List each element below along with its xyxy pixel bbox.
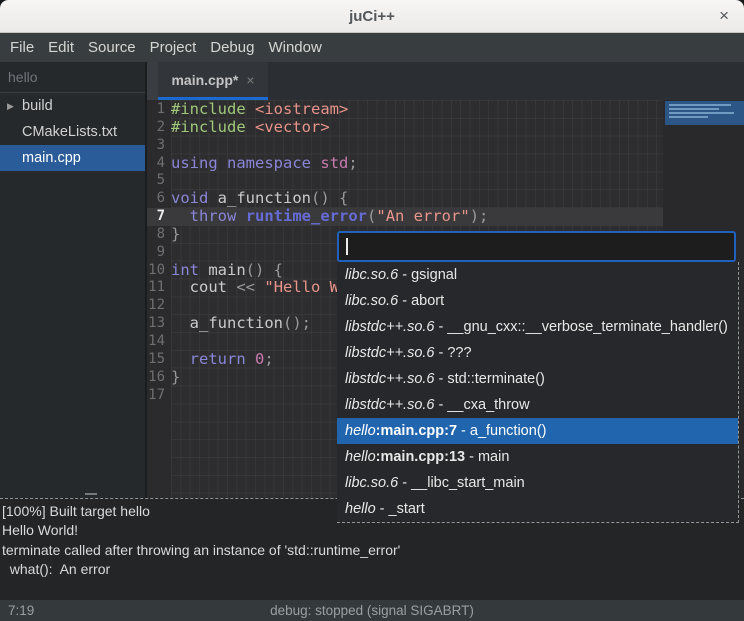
terminal-line: what(): An error	[2, 560, 744, 579]
line-number: 3	[147, 137, 171, 155]
menu-project[interactable]: Project	[143, 33, 204, 62]
status-bar: 7:19 debug: stopped (signal SIGABRT)	[0, 600, 744, 621]
line-number: 4	[147, 155, 171, 173]
line-number: 5	[147, 172, 171, 190]
tab-label: main.cpp*	[171, 72, 238, 88]
stack-frame-item[interactable]: libc.so.6 - abort	[337, 288, 738, 314]
code-line[interactable]: 6void a_function() {	[147, 190, 663, 208]
tree-item-label: build	[22, 98, 53, 114]
text-cursor	[346, 238, 348, 255]
stack-frame-item[interactable]: libstdc++.so.6 - ???	[337, 340, 738, 366]
stack-frame-item[interactable]: libstdc++.so.6 - __cxa_throw	[337, 392, 738, 418]
line-number: 8	[147, 226, 171, 244]
tree-item-build[interactable]: ▶ build	[0, 93, 145, 119]
code-line[interactable]: 3	[147, 137, 663, 155]
line-number: 17	[147, 387, 171, 405]
line-number: 11	[147, 279, 171, 297]
stack-frame-item[interactable]: libstdc++.so.6 - __gnu_cxx::__verbose_te…	[337, 314, 738, 340]
line-number: 6	[147, 190, 171, 208]
backtrace-popup: libc.so.6 - gsignal libc.so.6 - abort li…	[337, 231, 739, 523]
stack-frame-item[interactable]: hello - _start	[337, 496, 738, 522]
line-number: 12	[147, 297, 171, 315]
tab-bar-edge	[147, 62, 158, 100]
line-number: 7	[147, 208, 171, 226]
tooltip-text-line	[669, 104, 731, 106]
menu-source[interactable]: Source	[81, 33, 143, 62]
tab-bar: main.cpp* ×	[147, 62, 744, 100]
tree-item-maincpp[interactable]: main.cpp	[0, 145, 145, 171]
tooltip-overlay	[665, 101, 744, 125]
line-number: 14	[147, 333, 171, 351]
line-number: 2	[147, 119, 171, 137]
menu-file[interactable]: File	[3, 33, 41, 62]
line-number: 13	[147, 315, 171, 333]
line-number: 1	[147, 101, 171, 119]
window-title: juCi++	[0, 0, 744, 33]
tree-item-cmakelists[interactable]: CMakeLists.txt	[0, 119, 145, 145]
tooltip-text-line	[669, 108, 719, 110]
terminal-line: Hello World!	[2, 521, 744, 540]
tree-item-label: main.cpp	[22, 150, 81, 166]
debug-status: debug: stopped (signal SIGABRT)	[0, 600, 744, 621]
code-line[interactable]: 1#include <iostream>	[147, 101, 663, 119]
tab-maincpp[interactable]: main.cpp* ×	[158, 62, 268, 100]
line-number: 16	[147, 369, 171, 387]
terminal-line: terminate called after throwing an insta…	[2, 541, 744, 560]
scrollbar-thumb[interactable]	[85, 493, 97, 495]
jucipp-window: juCi++ × File Edit Source Project Debug …	[0, 0, 744, 621]
backtrace-filter-input[interactable]	[337, 231, 736, 262]
tooltip-text-line	[669, 112, 734, 114]
file-tree-sidebar: hello ▶ build CMakeLists.txt main.cpp	[0, 62, 147, 498]
backtrace-list: libc.so.6 - gsignal libc.so.6 - abort li…	[337, 262, 739, 523]
code-line[interactable]: 2#include <vector>	[147, 119, 663, 137]
project-name-header: hello	[0, 62, 145, 93]
menu-window[interactable]: Window	[261, 33, 328, 62]
tooltip-text-line	[669, 116, 708, 118]
expander-triangle-icon[interactable]: ▶	[7, 93, 14, 119]
code-line[interactable]: 4using namespace std;	[147, 155, 663, 173]
line-number: 9	[147, 244, 171, 262]
stack-frame-item[interactable]: libc.so.6 - __libc_start_main	[337, 470, 738, 496]
line-number: 15	[147, 351, 171, 369]
stack-frame-item[interactable]: libstdc++.so.6 - std::terminate()	[337, 366, 738, 392]
menubar: File Edit Source Project Debug Window	[0, 33, 744, 62]
stack-frame-item[interactable]: hello:main.cpp:13 - main	[337, 444, 738, 470]
code-line[interactable]: 5	[147, 172, 663, 190]
close-icon[interactable]: ×	[715, 0, 733, 33]
stack-frame-item-selected[interactable]: hello:main.cpp:7 - a_function()	[337, 418, 738, 444]
line-number: 10	[147, 262, 171, 280]
tab-close-icon[interactable]: ×	[246, 72, 254, 88]
menu-edit[interactable]: Edit	[41, 33, 81, 62]
tree-item-label: CMakeLists.txt	[22, 124, 117, 140]
titlebar[interactable]: juCi++ ×	[0, 0, 744, 33]
code-line-current[interactable]: 7 throw runtime_error("An error");	[147, 208, 663, 226]
menu-debug[interactable]: Debug	[203, 33, 261, 62]
stack-frame-item[interactable]: libc.so.6 - gsignal	[337, 262, 738, 288]
